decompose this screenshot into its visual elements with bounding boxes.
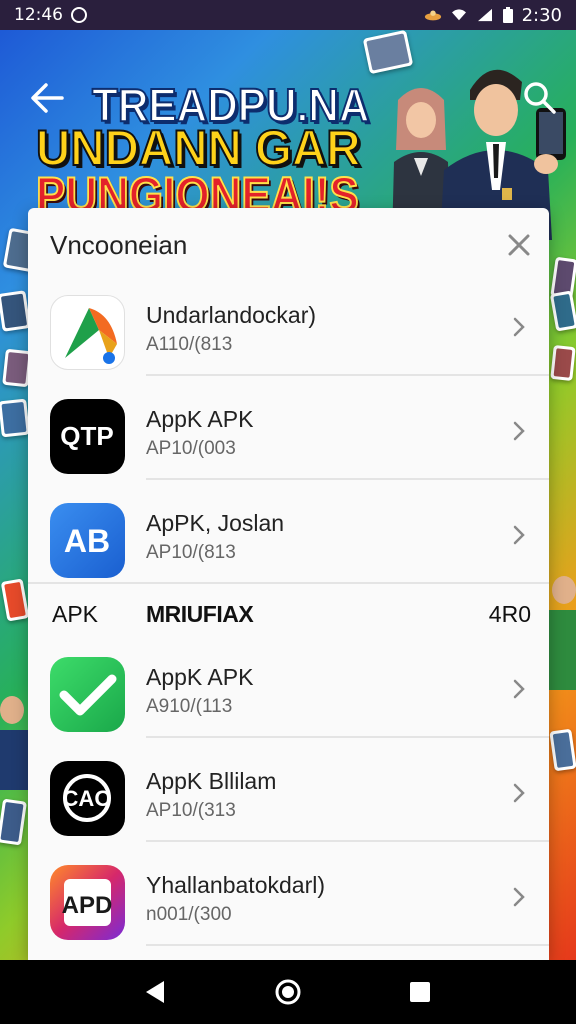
app-version: A910/(113 [146, 696, 233, 717]
status-bar: 12:46 2:30 [0, 0, 576, 30]
a-logo-icon [50, 295, 125, 370]
svg-text:QTP: QTP [60, 421, 113, 451]
photo-card [550, 344, 576, 382]
app-list-item[interactable]: Undarlandockar) A110/(813 [28, 272, 549, 376]
battery-icon [502, 7, 513, 23]
app-name: Yhallanbatokdarl) [146, 872, 326, 898]
app-name: AppK APK [146, 406, 254, 432]
app-list-item[interactable]: AppK APK A910/(113 [28, 634, 549, 738]
photo-card [549, 728, 576, 772]
system-nav-bar [0, 960, 576, 1024]
chevron-right-icon [513, 421, 525, 441]
qtp-logo-icon: QTP [50, 399, 125, 474]
status-time-left: 12:46 [14, 5, 63, 25]
nav-home-icon[interactable] [274, 978, 302, 1006]
photo-card [0, 798, 27, 846]
photo-card [362, 30, 414, 75]
app-version: AP10/(813 [146, 542, 236, 563]
app-list-sheet: Vncooneian Undarlandockar) A110/(813 QTP… [28, 208, 549, 960]
app-notification-icon [424, 10, 441, 21]
notification-icon [71, 7, 87, 23]
svg-text:AB: AB [64, 523, 110, 559]
app-list-item[interactable]: QTP AppK APK AP10/(003 [28, 376, 549, 480]
app-version: n001/(300 [146, 904, 232, 925]
status-time-right: 2:30 [521, 4, 562, 26]
photo-card [0, 578, 30, 622]
section-header-count: 4R0 [488, 601, 531, 627]
chevron-right-icon [513, 887, 525, 907]
chevron-right-icon [513, 317, 525, 337]
app-version: AP10/(313 [146, 800, 236, 821]
app-name: ApPK, Joslan [146, 510, 285, 536]
app-list-item[interactable]: AB ApPK, Joslan AP10/(813 [28, 480, 549, 584]
nav-recents-icon[interactable] [408, 980, 432, 1004]
nav-back-icon[interactable] [142, 978, 168, 1006]
search-icon[interactable] [522, 80, 558, 116]
photo-card [0, 398, 30, 438]
photo-card [549, 290, 576, 332]
svg-text:APD: APD [62, 892, 113, 919]
apd-logo-icon: APD [50, 865, 125, 940]
status-right-group: 2:30 [424, 5, 562, 26]
photo-card [0, 290, 31, 332]
back-arrow-icon[interactable] [28, 80, 68, 116]
signal-icon [477, 8, 492, 22]
cao-logo-icon: CAO [50, 761, 125, 836]
chevron-right-icon [513, 679, 525, 699]
section-header-left: APK [52, 601, 99, 627]
banner-headline-line2: UNDANN GAR [35, 120, 361, 176]
close-icon[interactable] [504, 230, 534, 260]
app-name: Undarlandockar) [146, 302, 317, 328]
divider [28, 582, 549, 584]
wifi-icon [451, 9, 466, 21]
section-header: APK MRIUFIAX 4R0 [28, 588, 549, 638]
section-header-title: MRIUFIAX [146, 601, 254, 627]
app-name: AppK Bllilam [146, 768, 277, 794]
ab-logo-icon: AB [50, 503, 125, 578]
person-illustration-side-right [548, 576, 576, 690]
app-list-item[interactable]: CAO AppK Bllilam AP10/(313 [28, 738, 549, 842]
sheet-title: Vncooneian [50, 230, 188, 260]
divider [146, 944, 549, 946]
app-version: AP10/(003 [146, 438, 236, 459]
checkmark-logo-icon [50, 657, 125, 732]
app-name: AppK APK [146, 664, 254, 690]
person-illustration-side-left [0, 696, 28, 790]
svg-text:CAO: CAO [63, 786, 112, 811]
app-version: A110/(813 [146, 334, 233, 355]
chevron-right-icon [513, 525, 525, 545]
chevron-right-icon [513, 783, 525, 803]
app-list-item[interactable]: APD Yhallanbatokdarl) n001/(300 [28, 842, 549, 946]
